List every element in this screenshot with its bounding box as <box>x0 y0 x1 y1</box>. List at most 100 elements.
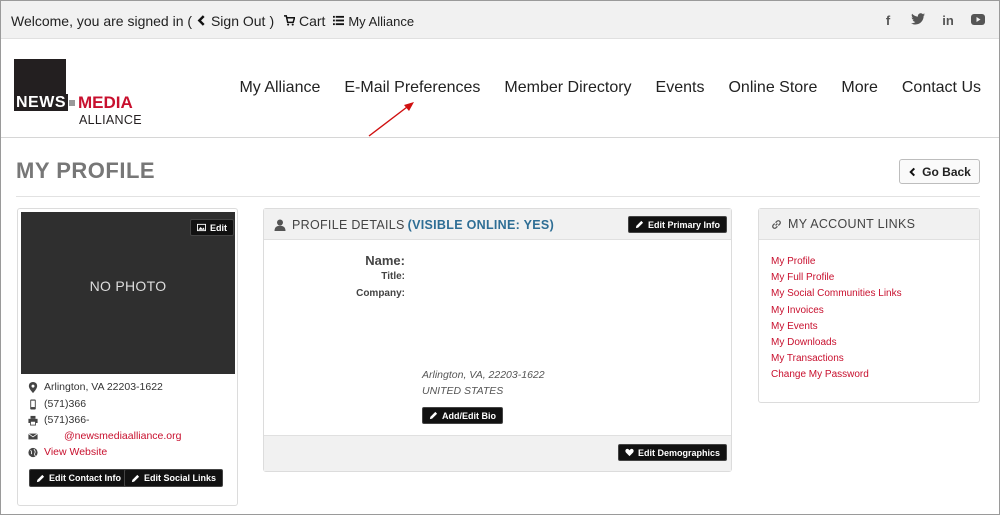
link-icon <box>772 219 781 229</box>
profile-photo: NO PHOTO Edit <box>21 212 235 374</box>
nav-more[interactable]: More <box>841 79 877 97</box>
pencil-icon <box>429 411 438 420</box>
edit-social-links-label: Edit Social Links <box>144 473 217 483</box>
chevron-left-icon <box>909 167 916 176</box>
account-links-title: MY ACCOUNT LINKS <box>771 217 915 231</box>
page-title: MY PROFILE <box>16 158 156 183</box>
link-my-social-communities[interactable]: My Social Communities Links <box>771 286 902 302</box>
email-row: @newsmediaalliance.org <box>28 430 181 442</box>
sign-out-label: Sign Out <box>210 13 266 29</box>
add-edit-bio-label: Add/Edit Bio <box>442 410 496 421</box>
close-paren: ) <box>269 13 275 29</box>
location-row: Arlington, VA 22203-1622 <box>28 381 163 393</box>
news-media-alliance-logo[interactable]: NEWS MEDIA ALLIANCE <box>14 59 142 127</box>
edit-social-links-button[interactable]: Edit Social Links <box>124 469 224 487</box>
cart-label: Cart <box>299 13 326 29</box>
annotation-arrow <box>368 102 414 137</box>
profile-details-footer: Edit Demographics <box>264 435 731 471</box>
globe-icon <box>28 447 38 457</box>
company-label: Company: <box>356 288 405 299</box>
main-nav: My Alliance E-Mail Preferences Member Di… <box>239 79 981 97</box>
youtube-icon[interactable] <box>971 13 985 28</box>
print-icon <box>28 415 38 425</box>
pencil-icon <box>635 220 644 229</box>
twitter-bird-icon <box>911 13 925 25</box>
edit-contact-info-label: Edit Contact Info <box>49 473 121 483</box>
pencil-icon <box>36 474 45 482</box>
link-my-profile[interactable]: My Profile <box>771 254 902 270</box>
account-links-label: MY ACCOUNT LINKS <box>788 217 916 231</box>
link-my-transactions[interactable]: My Transactions <box>771 351 902 367</box>
pencil-icon <box>131 474 140 482</box>
edit-demographics-button[interactable]: Edit Demographics <box>618 444 728 461</box>
view-website-link[interactable]: View Website <box>44 446 107 458</box>
title-divider <box>16 196 980 197</box>
edit-photo-button[interactable]: Edit <box>190 219 234 236</box>
my-alliance-link[interactable]: My Alliance <box>333 13 414 29</box>
top-bar: Welcome, you are signed in ( Sign Out ) … <box>1 1 999 39</box>
link-my-downloads[interactable]: My Downloads <box>771 335 902 351</box>
welcome-text: Welcome, you are signed in ( <box>11 13 193 29</box>
link-my-invoices[interactable]: My Invoices <box>771 303 902 319</box>
profile-details-panel: PROFILE DETAILS ( VISIBLE ONLINE: YES ) … <box>263 208 732 472</box>
envelope-icon <box>28 432 38 439</box>
edit-contact-info-button[interactable]: Edit Contact Info <box>29 469 128 487</box>
my-alliance-label: My Alliance <box>348 14 415 29</box>
nav-my-alliance[interactable]: My Alliance <box>239 79 320 97</box>
chevron-left-icon <box>197 15 205 26</box>
link-my-events[interactable]: My Events <box>771 319 902 335</box>
phone-text: (571)366 <box>44 398 87 410</box>
logo-alliance-text: ALLIANCE <box>79 113 142 127</box>
linkedin-icon[interactable]: in <box>941 13 955 28</box>
go-back-button[interactable]: Go Back <box>899 159 980 184</box>
edit-primary-info-button[interactable]: Edit Primary Info <box>628 216 728 233</box>
profile-details-header: PROFILE DETAILS ( VISIBLE ONLINE: YES ) … <box>264 209 731 240</box>
name-label: Name: <box>365 253 405 268</box>
fax-text: (571)366- <box>44 414 90 426</box>
contact-card: NO PHOTO Edit Arlington, VA 22203-1622 (… <box>17 208 238 506</box>
account-links-list: My Profile My Full Profile My Social Com… <box>771 254 902 384</box>
edit-demographics-label: Edit Demographics <box>638 447 721 458</box>
sign-out-link[interactable]: Sign Out <box>196 13 265 29</box>
address-line-1: Arlington, VA, 22203-1622 <box>422 369 545 381</box>
heart-icon <box>625 448 634 457</box>
cart-link[interactable]: Cart <box>284 13 325 29</box>
go-back-label: Go Back <box>922 164 971 179</box>
edit-photo-label: Edit <box>210 222 227 233</box>
visible-online-close: ) <box>549 218 555 232</box>
cart-icon <box>284 15 296 26</box>
link-my-full-profile[interactable]: My Full Profile <box>771 270 902 286</box>
social-links: f in <box>881 13 985 28</box>
account-links-header: MY ACCOUNT LINKS <box>759 209 979 240</box>
user-icon <box>274 219 286 231</box>
logo-media-text: MEDIA <box>78 93 133 112</box>
fax-row: (571)366- <box>28 414 90 426</box>
add-edit-bio-button[interactable]: Add/Edit Bio <box>422 407 503 424</box>
youtube-play-icon <box>971 14 985 25</box>
visible-online-status: VISIBLE ONLINE: YES <box>412 218 550 232</box>
map-marker-icon <box>28 381 38 393</box>
logo-news-text: NEWS <box>14 94 68 111</box>
location-text: Arlington, VA 22203-1622 <box>44 381 163 393</box>
edit-primary-info-label: Edit Primary Info <box>648 219 721 230</box>
nav-email-preferences[interactable]: E-Mail Preferences <box>344 79 480 97</box>
nav-online-store[interactable]: Online Store <box>728 79 817 97</box>
email-link[interactable]: @newsmediaalliance.org <box>64 430 181 442</box>
nav-member-directory[interactable]: Member Directory <box>504 79 631 97</box>
website-row: View Website <box>28 446 107 458</box>
no-photo-text: NO PHOTO <box>89 278 167 294</box>
list-icon <box>333 15 345 26</box>
nav-contact-us[interactable]: Contact Us <box>902 79 981 97</box>
phone-row: (571)366 <box>28 398 86 410</box>
link-change-password[interactable]: Change My Password <box>771 367 902 383</box>
image-icon <box>197 223 206 232</box>
site-header: NEWS MEDIA ALLIANCE My Alliance E-Mail P… <box>1 39 999 138</box>
facebook-icon[interactable]: f <box>881 13 895 28</box>
twitter-icon[interactable] <box>911 13 925 28</box>
address-line-2: UNITED STATES <box>422 385 504 397</box>
nav-events[interactable]: Events <box>656 79 705 97</box>
welcome-message: Welcome, you are signed in ( Sign Out ) … <box>11 13 414 29</box>
title-label: Title: <box>381 271 405 282</box>
account-links-panel: MY ACCOUNT LINKS My Profile My Full Prof… <box>758 208 980 403</box>
profile-details-title: PROFILE DETAILS ( VISIBLE ONLINE: YES ) <box>274 218 554 232</box>
